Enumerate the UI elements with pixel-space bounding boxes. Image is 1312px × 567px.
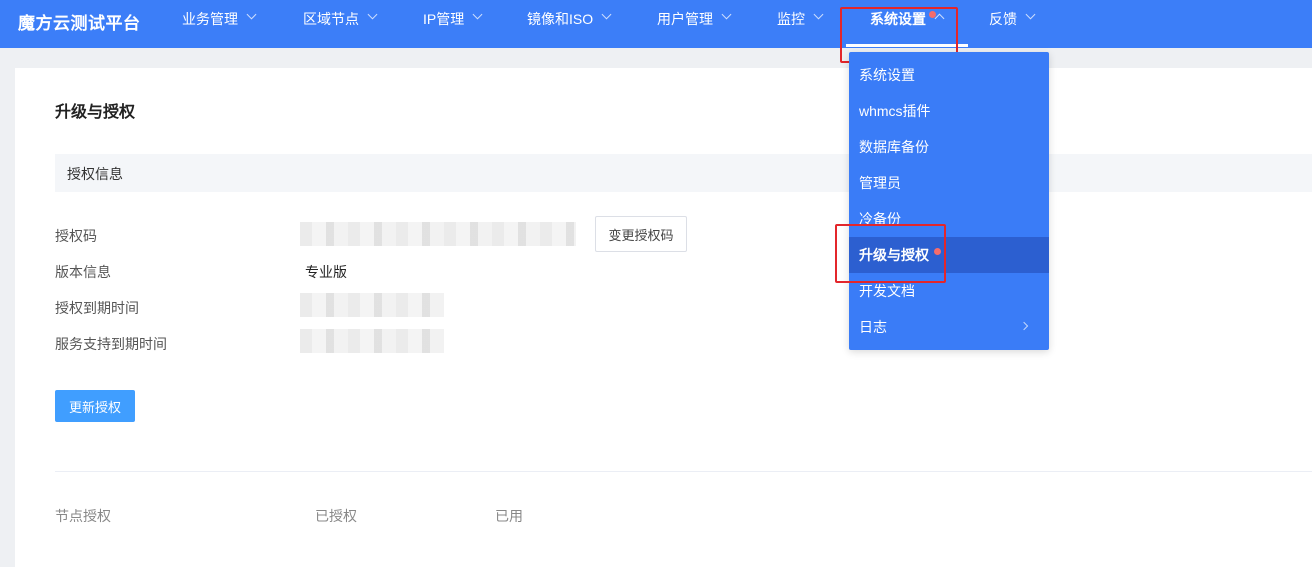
nav-label: 业务管理 [182,11,238,27]
divider [55,471,1312,472]
menu-item-logs[interactable]: 日志 [849,309,1049,345]
version-value: 专业版 [305,264,347,280]
license-code-label: 授权码 [55,228,97,244]
nav-label: 监控 [777,11,805,27]
nav-label: 用户管理 [657,11,713,27]
chevron-down-icon [813,9,824,20]
nav-business-management[interactable]: 业务管理 [182,0,257,48]
license-expiry-value-redacted [300,293,444,317]
main-card: 升级与授权 授权信息 授权码 变更授权码 版本信息 专业版 授权到期时间 服务支… [15,68,1312,567]
version-label: 版本信息 [55,264,111,280]
nav-label: 反馈 [989,11,1017,27]
chevron-down-icon [601,9,612,20]
support-expiry-label: 服务支持到期时间 [55,336,167,352]
page-title: 升级与授权 [55,104,136,121]
license-code-value-redacted [300,222,576,246]
section-title: 授权信息 [67,166,123,182]
section-header: 授权信息 [55,154,1312,192]
nav-label: 镜像和ISO [527,11,594,27]
nav-ip-management[interactable]: IP管理 [423,0,483,48]
menu-item-whmcs-plugin[interactable]: whmcs插件 [849,93,1049,129]
nav-user-management[interactable]: 用户管理 [657,0,732,48]
menu-item-administrators[interactable]: 管理员 [849,165,1049,201]
nav-images-iso[interactable]: 镜像和ISO [527,0,612,48]
annotation-highlight-menu [835,224,946,283]
update-license-button[interactable]: 更新授权 [55,390,135,422]
nav-region-nodes[interactable]: 区域节点 [303,0,378,48]
top-navbar: 魔方云测试平台 业务管理 区域节点 IP管理 镜像和ISO 用户管理 监控 系统… [0,0,1312,48]
change-license-code-button[interactable]: 变更授权码 [595,216,687,252]
chevron-down-icon [721,9,732,20]
support-expiry-value-redacted [300,329,444,353]
chevron-right-icon [1019,321,1029,331]
menu-item-system-settings[interactable]: 系统设置 [849,57,1049,93]
nav-label: 区域节点 [303,11,359,27]
system-settings-dropdown: 系统设置 whmcs插件 数据库备份 管理员 冷备份 升级与授权 开发文档 日志 [849,52,1049,350]
nav-feedback[interactable]: 反馈 [989,0,1036,48]
licensed-label: 已授权 [315,508,357,524]
license-expiry-label: 授权到期时间 [55,300,139,316]
chevron-down-icon [1025,9,1036,20]
brand-title[interactable]: 魔方云测试平台 [18,9,141,34]
nav-label: IP管理 [423,11,465,27]
menu-item-database-backup[interactable]: 数据库备份 [849,129,1049,165]
node-license-label: 节点授权 [55,508,111,524]
chevron-down-icon [472,9,483,20]
chevron-down-icon [367,9,378,20]
nav-monitoring[interactable]: 监控 [777,0,824,48]
used-label: 已用 [495,508,523,524]
menu-item-label: 日志 [859,319,887,335]
chevron-down-icon [246,9,257,20]
